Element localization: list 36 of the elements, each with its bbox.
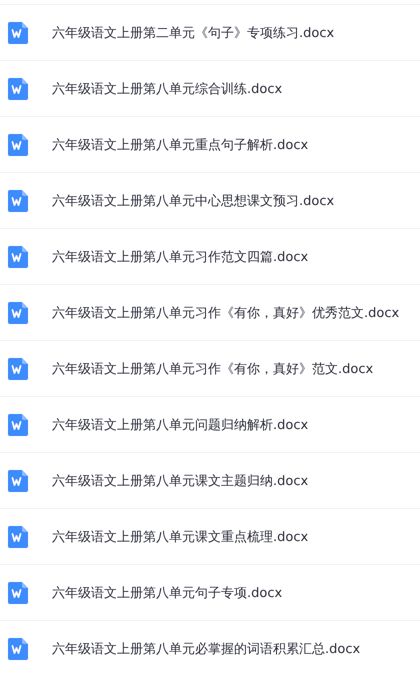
word-document-icon: [8, 638, 28, 660]
file-name: 六年级语文上册第八单元问题归纳解析.docx: [52, 416, 308, 434]
file-name: 六年级语文上册第八单元中心思想课文预习.docx: [52, 192, 334, 210]
file-name: 六年级语文上册第八单元重点句子解析.docx: [52, 136, 308, 154]
file-name: 六年级语文上册第八单元必掌握的词语积累汇总.docx: [52, 640, 360, 658]
word-document-icon: [8, 78, 28, 100]
file-row[interactable]: 六年级语文上册第八单元习作《有你，真好》优秀范文.docx: [0, 284, 420, 340]
file-row[interactable]: 六年级语文上册第八单元必掌握的词语积累汇总.docx: [0, 620, 420, 673]
file-row[interactable]: 六年级语文上册第八单元综合训练.docx: [0, 60, 420, 116]
file-name: 六年级语文上册第八单元课文主题归纳.docx: [52, 472, 308, 490]
word-document-icon: [8, 190, 28, 212]
word-document-icon: [8, 414, 28, 436]
file-row[interactable]: 六年级语文上册第八单元习作范文四篇.docx: [0, 228, 420, 284]
file-row[interactable]: 六年级语文上册第八单元习作《有你，真好》范文.docx: [0, 340, 420, 396]
file-row[interactable]: 六年级语文上册第八单元句子专项.docx: [0, 564, 420, 620]
word-document-icon: [8, 302, 28, 324]
word-document-icon: [8, 22, 28, 44]
word-document-icon: [8, 134, 28, 156]
file-name: 六年级语文上册第八单元习作《有你，真好》范文.docx: [52, 360, 374, 378]
file-name: 六年级语文上册第八单元习作范文四篇.docx: [52, 248, 308, 266]
file-name: 六年级语文上册第八单元句子专项.docx: [52, 584, 282, 602]
file-name: 六年级语文上册第八单元习作《有你，真好》优秀范文.docx: [52, 304, 400, 322]
file-row[interactable]: 六年级语文上册第八单元中心思想课文预习.docx: [0, 172, 420, 228]
word-document-icon: [8, 526, 28, 548]
word-document-icon: [8, 358, 28, 380]
file-row[interactable]: 六年级语文上册第八单元课文重点梳理.docx: [0, 508, 420, 564]
file-name: 六年级语文上册第八单元综合训练.docx: [52, 80, 282, 98]
word-document-icon: [8, 582, 28, 604]
file-row[interactable]: 六年级语文上册第二单元《句子》专项练习.docx: [0, 4, 420, 60]
word-document-icon: [8, 470, 28, 492]
file-name: 六年级语文上册第二单元《句子》专项练习.docx: [52, 24, 334, 42]
file-row[interactable]: 六年级语文上册第八单元课文主题归纳.docx: [0, 452, 420, 508]
file-row[interactable]: 六年级语文上册第八单元问题归纳解析.docx: [0, 396, 420, 452]
word-document-icon: [8, 246, 28, 268]
file-name: 六年级语文上册第八单元课文重点梳理.docx: [52, 528, 308, 546]
file-row[interactable]: 六年级语文上册第八单元重点句子解析.docx: [0, 116, 420, 172]
